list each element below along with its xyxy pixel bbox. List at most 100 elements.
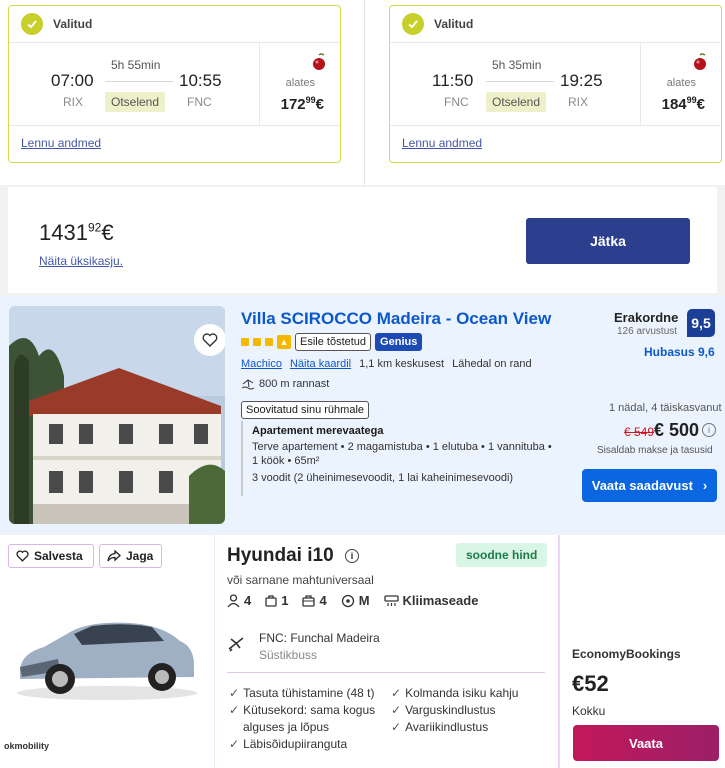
- outbound-flight-card[interactable]: Valitud 5h 55min 07:00 10:55 RIX Otselen…: [8, 5, 341, 163]
- feature-list-left: ✓ Tasuta tühistamine (48 t) ✓ Kütusekord: …: [229, 685, 375, 753]
- flights-section: Valitud 5h 55min 07:00 10:55 RIX Otselen…: [0, 0, 725, 185]
- save-button[interactable]: Salvesta: [8, 544, 94, 568]
- star-rating-icon: [253, 338, 261, 346]
- suitcase-icon: [302, 594, 316, 607]
- divider: [227, 672, 545, 673]
- selected-label: Valitud: [53, 17, 93, 31]
- total-summary: 143192€ Näita üksikasju. Jätka: [8, 187, 717, 293]
- group-recommendation-tag: Soovitatud sinu rühmale: [241, 401, 370, 419]
- flight-details-link[interactable]: Lennu andmed: [402, 136, 482, 150]
- check-icon: ✓: [391, 686, 402, 700]
- duration-line: [105, 81, 173, 82]
- arrival-airport: RIX: [568, 95, 589, 109]
- flight-duration: 5h 55min: [111, 58, 161, 72]
- duration-line: [486, 81, 554, 82]
- arrival-time: 19:25: [560, 71, 603, 90]
- flight-card-header: Valitud: [9, 6, 340, 43]
- departure-airport: RIX: [63, 95, 84, 109]
- star-rating-icon: [241, 338, 249, 346]
- flight-price: 17299€: [280, 95, 324, 113]
- large-bags-count: 4: [319, 593, 327, 608]
- partner-logo: okmobility: [4, 733, 64, 759]
- info-icon[interactable]: i: [702, 423, 716, 437]
- see-availability-label: Vaata saadavust: [591, 478, 693, 493]
- departure-time: 11:50: [432, 71, 474, 90]
- return-flight-card[interactable]: Valitud 5h 35min 11:50 19:25 FNC Otselen…: [389, 5, 722, 163]
- info-icon[interactable]: i: [345, 549, 359, 563]
- near-beach-label: Lähedal on rand: [452, 358, 532, 370]
- small-bags-spec: 1: [265, 593, 288, 608]
- car-image-column: Salvesta Jaga okmobility: [0, 535, 214, 768]
- hotel-photo[interactable]: [9, 306, 225, 524]
- show-on-map-link[interactable]: Näita kaardil: [290, 358, 351, 370]
- departure-airport: FNC: [444, 95, 469, 109]
- stay-length: 1 nädal, 4 täiskasvanut: [609, 402, 722, 414]
- large-bags-spec: 4: [302, 593, 327, 608]
- favorite-heart-icon[interactable]: [194, 324, 225, 356]
- ac-label: Kliimaseade: [402, 593, 479, 608]
- gearbox-icon: [341, 594, 354, 607]
- car-price: €52: [572, 671, 609, 696]
- flight-card-body: 5h 35min 11:50 19:25 FNC Otselend RIX al…: [390, 43, 721, 126]
- hotel-card[interactable]: Villa SCIROCCO Madeira - Ocean View ▲ Es…: [0, 296, 725, 533]
- check-icon: ✓: [229, 686, 240, 700]
- apartment-details: Apartement merevaatega Terve apartement …: [241, 421, 553, 496]
- share-icon: [107, 550, 121, 562]
- genius-badge: Genius: [375, 333, 423, 351]
- selected-label: Valitud: [434, 17, 474, 31]
- hotel-badges: ▲ Esile tõstetud Genius: [241, 333, 423, 351]
- feature-item: alguses ja lõpus: [243, 720, 330, 734]
- rating-word: Erakordne: [614, 310, 679, 325]
- car-details-column: Hyundai i10 i soodne hind või sarnane ma…: [214, 535, 558, 768]
- direct-flight-badge: Otselend: [486, 92, 547, 112]
- similar-car-text: või sarnane mahtuniversaal: [227, 573, 374, 587]
- promoted-badge: Esile tõstetud: [295, 333, 372, 351]
- heart-icon: [16, 550, 29, 562]
- transmission-spec: M: [341, 593, 370, 608]
- distance-from-center: 1,1 km keskusest: [359, 358, 445, 370]
- flight-details-link[interactable]: Lennu andmed: [21, 136, 101, 150]
- save-label: Salvesta: [34, 549, 83, 563]
- divider: [364, 0, 365, 185]
- chevron-right-icon: ›: [702, 478, 708, 493]
- feature-item: ✓ Kütusekord: sama kogus: [229, 703, 376, 717]
- check-icon: [21, 13, 43, 35]
- review-score-badge: 9,5: [687, 309, 715, 337]
- airline-logo-icon: [694, 53, 706, 70]
- arrival-airport: FNC: [187, 95, 212, 109]
- beach-distance: 800 m rannast: [259, 378, 330, 390]
- from-label: alates: [666, 77, 696, 89]
- check-icon: ✓: [229, 703, 240, 717]
- review-count[interactable]: 126 arvustust: [617, 326, 677, 337]
- location-link[interactable]: Machico: [241, 358, 282, 370]
- shuttle-info: Süstikbuss: [259, 648, 318, 662]
- view-deal-button[interactable]: Vaata: [573, 725, 719, 761]
- arrival-time: 10:55: [179, 71, 222, 90]
- feature-item: ✓ Tasuta tühistamine (48 t): [229, 686, 375, 700]
- continue-button[interactable]: Jätka: [526, 218, 690, 264]
- small-bag-icon: [265, 594, 277, 607]
- transmission-type: M: [358, 593, 370, 608]
- share-button[interactable]: Jaga: [99, 544, 162, 568]
- from-label: alates: [285, 77, 315, 89]
- star-rating-icon: [265, 338, 273, 346]
- total-label: Kokku: [572, 704, 606, 718]
- seats-spec: 4: [227, 593, 251, 608]
- apartment-title: Apartement merevaatega: [252, 425, 384, 437]
- thumbs-up-icon: ▲: [277, 335, 291, 349]
- airplane-icon: [228, 637, 244, 652]
- apartment-size: 1 köök • 65m²: [252, 455, 320, 467]
- good-price-badge: soodne hind: [456, 543, 548, 567]
- hotel-price: € 500: [654, 420, 700, 440]
- feature-item: ✓ Läbisõidupiiranguta: [229, 737, 348, 751]
- location-row: Machico Näita kaardil 1,1 km keskusest L…: [241, 358, 532, 370]
- airline-logo-icon: [313, 53, 325, 70]
- hotel-name-link[interactable]: Villa SCIROCCO Madeira - Ocean View: [241, 309, 551, 329]
- check-icon: ✓: [391, 720, 402, 734]
- check-icon: ✓: [391, 703, 402, 717]
- feature-item: ✓ Avariikindlustus: [391, 720, 489, 734]
- price-details-link[interactable]: Näita üksikasju.: [39, 254, 123, 268]
- beach-icon: [241, 379, 255, 390]
- feature-item: ✓ Kolmanda isiku kahju: [391, 686, 519, 700]
- see-availability-button[interactable]: Vaata saadavust ›: [582, 469, 717, 502]
